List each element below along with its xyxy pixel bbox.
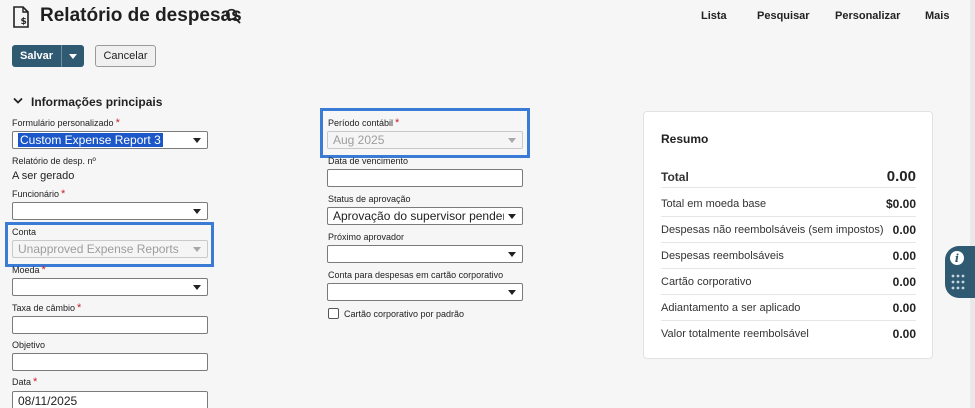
card-account-label: Conta para despesas em cartão corporativ… xyxy=(328,270,504,280)
summary-panel: Resumo Total 0.00 Total em moeda base $0.0… xyxy=(643,111,933,359)
date-label: Data * xyxy=(12,376,38,388)
nav-search-link[interactable]: Pesquisar xyxy=(757,10,810,22)
next-approver-label: Próximo aprovador xyxy=(328,232,405,242)
nav-list-link[interactable]: Lista xyxy=(701,10,727,22)
nav-customize-link[interactable]: Personalizar xyxy=(835,10,900,22)
chevron-down-icon xyxy=(508,290,516,295)
summary-row-advance: Adiantamento a ser aplicado 0.00 xyxy=(661,295,916,321)
report-number-value: A ser gerado xyxy=(12,170,75,182)
custom-form-select[interactable]: Custom Expense Report 3 xyxy=(12,131,208,149)
search-icon[interactable] xyxy=(225,8,241,24)
side-help-widget[interactable]: i xyxy=(945,246,975,298)
employee-label: Funcionário * xyxy=(12,188,66,200)
purpose-label: Objetivo xyxy=(12,340,46,350)
account-select[interactable]: Unapproved Expense Reports xyxy=(12,240,208,258)
card-default-label: Cartão corporativo por padrão xyxy=(344,309,465,319)
currency-label: Moeda * xyxy=(12,264,46,276)
section-collapse-icon[interactable] xyxy=(13,97,23,105)
expense-report-icon: $ xyxy=(13,6,29,28)
period-select[interactable]: Aug 2025 xyxy=(327,131,523,149)
report-number-label: Relatório de desp. nº xyxy=(12,156,96,166)
chevron-down-icon xyxy=(193,209,201,214)
chevron-down-icon xyxy=(508,252,516,257)
account-label: Conta xyxy=(12,227,37,237)
chevron-down-icon xyxy=(193,247,201,252)
card-account-select[interactable] xyxy=(327,283,523,301)
summary-row-reimbursable: Despesas reembolsáveis 0.00 xyxy=(661,243,916,269)
custom-form-label: Formulário personalizado * xyxy=(12,117,120,129)
cancel-button[interactable]: Cancelar xyxy=(95,45,156,67)
next-approver-select[interactable] xyxy=(327,245,523,263)
summary-row-corporate-card: Cartão corporativo 0.00 xyxy=(661,269,916,295)
due-date-input[interactable] xyxy=(327,169,523,187)
page-title: Relatório de despesas xyxy=(40,5,242,26)
exchange-rate-input[interactable] xyxy=(12,316,208,334)
chevron-down-icon xyxy=(193,285,201,290)
summary-row-total: Total 0.00 xyxy=(661,162,916,188)
custom-form-value: Custom Expense Report 3 xyxy=(18,133,163,147)
info-icon[interactable]: i xyxy=(948,249,966,267)
chevron-down-icon xyxy=(508,214,516,219)
scrollbar[interactable] xyxy=(970,0,975,408)
period-label: Período contábil * xyxy=(328,117,400,129)
chevron-down-icon xyxy=(69,53,77,59)
approval-status-label: Status de aprovação xyxy=(328,194,411,204)
date-input[interactable]: 08/11/2025 xyxy=(12,391,208,408)
chevron-down-icon xyxy=(508,138,516,143)
section-title: Informações principais xyxy=(31,95,163,109)
save-button[interactable]: Salvar xyxy=(12,45,61,67)
due-date-label: Data de vencimento xyxy=(328,156,409,166)
employee-select[interactable] xyxy=(12,202,208,220)
purpose-input[interactable] xyxy=(12,353,208,371)
summary-row-non-reimbursable: Despesas não reembolsáveis (sem impostos… xyxy=(661,217,916,243)
currency-select[interactable] xyxy=(12,278,208,296)
save-menu-button[interactable] xyxy=(61,45,84,67)
svg-text:$: $ xyxy=(21,17,27,27)
date-value: 08/11/2025 xyxy=(18,394,78,408)
exchange-rate-label: Taxa de câmbio * xyxy=(12,302,82,314)
nav-more-link[interactable]: Mais xyxy=(925,10,949,22)
card-default-checkbox[interactable] xyxy=(328,308,339,319)
summary-title: Resumo xyxy=(661,132,709,146)
chevron-down-icon xyxy=(193,138,201,143)
summary-row-fully-reimbursable: Valor totalmente reembolsável 0.00 xyxy=(661,327,916,341)
summary-row-base-currency: Total em moeda base $0.00 xyxy=(661,191,916,217)
grid-dots-icon[interactable] xyxy=(951,274,965,290)
approval-status-select[interactable]: Aprovação do supervisor pendente xyxy=(327,207,523,225)
